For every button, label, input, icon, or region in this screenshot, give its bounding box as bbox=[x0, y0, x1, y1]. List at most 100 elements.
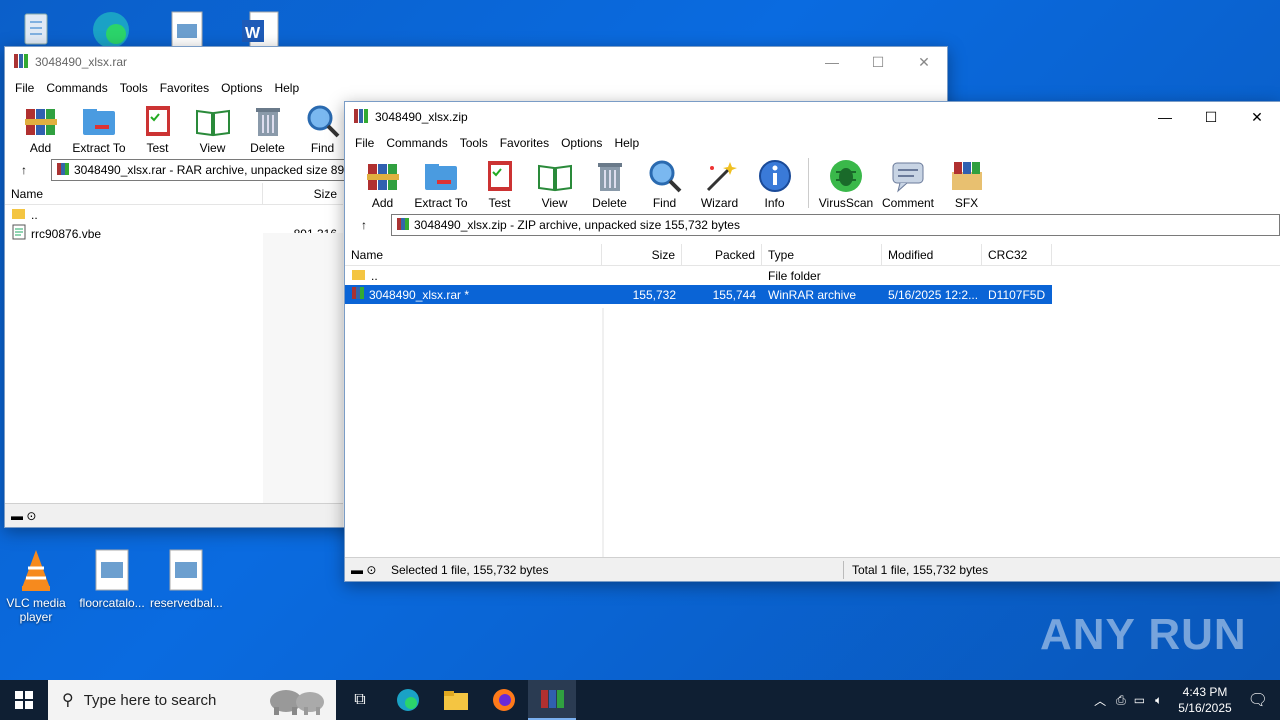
view-button[interactable]: View bbox=[185, 103, 240, 155]
view-button[interactable]: View bbox=[527, 158, 582, 210]
test-icon bbox=[482, 158, 518, 194]
info-button[interactable]: Info bbox=[747, 158, 802, 210]
row-packed: 155,744 bbox=[712, 287, 756, 302]
find-label: Find bbox=[310, 141, 335, 155]
edge-icon[interactable] bbox=[88, 6, 134, 50]
col-packed[interactable]: Packed bbox=[682, 244, 762, 265]
find-button[interactable]: Find bbox=[295, 103, 350, 155]
menu-file[interactable]: File bbox=[9, 81, 40, 95]
add-label: Add bbox=[371, 196, 394, 210]
zip-window[interactable]: 3048490_xlsx.zip — ☐ ✕ File Commands Too… bbox=[344, 101, 1280, 582]
sfx-button[interactable]: SFX bbox=[939, 158, 994, 210]
volume-icon[interactable]: 🔈︎ bbox=[1155, 693, 1162, 708]
add-button[interactable]: Add bbox=[13, 103, 68, 155]
menu-options[interactable]: Options bbox=[555, 136, 608, 150]
menu-options[interactable]: Options bbox=[215, 81, 268, 95]
clock[interactable]: 4:43 PM 5/16/2025 bbox=[1178, 684, 1231, 716]
test-button[interactable]: Test bbox=[472, 158, 527, 210]
delete-label: Delete bbox=[250, 141, 285, 155]
close-button[interactable]: ✕ bbox=[1234, 102, 1280, 132]
menu-commands[interactable]: Commands bbox=[380, 136, 453, 150]
virusscan-button[interactable]: VirusScan bbox=[815, 158, 877, 210]
col-name[interactable]: Name bbox=[345, 244, 602, 265]
zip-menubar: File Commands Tools Favorites Options He… bbox=[345, 132, 1280, 154]
test-button[interactable]: Test bbox=[130, 103, 185, 155]
taskbar-firefox[interactable] bbox=[480, 680, 528, 720]
list-item-selected[interactable]: 3048490_xlsx.rar * 155,732 155,744 WinRA… bbox=[345, 285, 1052, 304]
toolbar-separator bbox=[808, 158, 809, 208]
reservedbal-desktop-icon[interactable]: reservedbal... bbox=[150, 548, 223, 610]
notifications-icon[interactable]: 🗨︎ bbox=[1248, 690, 1268, 710]
taskbar-search[interactable]: ⚲ Type here to search bbox=[48, 680, 336, 720]
winrar-small-icon bbox=[396, 217, 410, 234]
taskbar-edge[interactable] bbox=[384, 680, 432, 720]
sfx-box-icon bbox=[949, 158, 985, 194]
add-button[interactable]: Add bbox=[355, 158, 410, 210]
vlc-desktop-icon[interactable]: VLC media player bbox=[0, 548, 72, 624]
col-crc32[interactable]: CRC32 bbox=[982, 244, 1052, 265]
wizard-button[interactable]: Wizard bbox=[692, 158, 747, 210]
delete-button[interactable]: Delete bbox=[240, 103, 295, 155]
zip-toolbar: Add Extract To Test View Delete Find Wiz… bbox=[345, 154, 1280, 212]
row-name: .. bbox=[31, 207, 38, 222]
add-label: Add bbox=[29, 141, 52, 155]
taskbar-winrar[interactable] bbox=[528, 680, 576, 720]
comment-label: Comment bbox=[881, 196, 934, 210]
find-button[interactable]: Find bbox=[637, 158, 692, 210]
floorcatalog-desktop-icon[interactable]: floorcatalo... bbox=[76, 548, 148, 610]
info-icon bbox=[757, 158, 793, 194]
firefox-icon bbox=[493, 689, 515, 711]
maximize-button[interactable]: ☐ bbox=[855, 47, 901, 77]
script-file-icon bbox=[11, 224, 27, 243]
word-doc-icon[interactable]: W bbox=[240, 10, 280, 50]
col-type[interactable]: Type bbox=[762, 244, 882, 265]
col-size[interactable]: Size bbox=[263, 183, 343, 204]
extract-to-button[interactable]: Extract To bbox=[410, 158, 472, 210]
menu-favorites[interactable]: Favorites bbox=[494, 136, 555, 150]
list-item[interactable]: .. bbox=[5, 205, 343, 224]
trash-icon bbox=[592, 158, 628, 194]
folder-icon bbox=[11, 206, 27, 223]
image-file-icon bbox=[166, 548, 206, 592]
close-button[interactable]: ✕ bbox=[901, 47, 947, 77]
maximize-button[interactable]: ☐ bbox=[1188, 102, 1234, 132]
recycle-bin-icon[interactable] bbox=[16, 8, 56, 48]
network-icon[interactable]: ⎙ bbox=[1116, 693, 1126, 708]
display-icon[interactable]: ▭ bbox=[1134, 693, 1145, 707]
taskbar-file-explorer[interactable] bbox=[432, 680, 480, 720]
menu-tools[interactable]: Tools bbox=[114, 81, 154, 95]
list-item[interactable]: .. File folder bbox=[345, 266, 1280, 285]
zip-titlebar[interactable]: 3048490_xlsx.zip — ☐ ✕ bbox=[345, 102, 1280, 132]
col-size[interactable]: Size bbox=[602, 244, 682, 265]
zip-column-header: Name Size Packed Type Modified CRC32 bbox=[345, 244, 1280, 266]
start-button[interactable] bbox=[0, 680, 48, 720]
image-file-icon[interactable] bbox=[170, 10, 204, 50]
up-arrow-icon[interactable]: ↑ bbox=[361, 218, 367, 232]
menu-commands[interactable]: Commands bbox=[40, 81, 113, 95]
menu-favorites[interactable]: Favorites bbox=[154, 81, 215, 95]
menu-help[interactable]: Help bbox=[268, 81, 305, 95]
delete-button[interactable]: Delete bbox=[582, 158, 637, 210]
rar-titlebar[interactable]: 3048490_xlsx.rar — ☐ ✕ bbox=[5, 47, 947, 77]
extract-to-button[interactable]: Extract To bbox=[68, 103, 130, 155]
view-label: View bbox=[199, 141, 226, 155]
rar-address-text: 3048490_xlsx.rar - RAR archive, unpacked… bbox=[74, 163, 351, 177]
row-name: .. bbox=[371, 268, 378, 283]
minimize-button[interactable]: — bbox=[809, 47, 855, 77]
col-modified[interactable]: Modified bbox=[882, 244, 982, 265]
zip-address-field[interactable]: 3048490_xlsx.zip - ZIP archive, unpacked… bbox=[391, 214, 1280, 236]
menu-file[interactable]: File bbox=[349, 136, 380, 150]
task-view-button[interactable]: ⧉ bbox=[336, 680, 384, 720]
rar-column-header: Name Size bbox=[5, 183, 343, 205]
chevron-up-icon[interactable]: ︿ bbox=[1094, 692, 1106, 709]
menu-help[interactable]: Help bbox=[608, 136, 645, 150]
minimize-button[interactable]: — bbox=[1142, 102, 1188, 132]
drive-icon: ▬ ⊙ bbox=[11, 508, 37, 523]
zip-list-side-panel bbox=[602, 308, 604, 558]
rar-window-title: 3048490_xlsx.rar bbox=[35, 55, 128, 69]
up-arrow-icon[interactable]: ↑ bbox=[21, 163, 27, 177]
col-name[interactable]: Name bbox=[5, 183, 263, 204]
comment-button[interactable]: Comment bbox=[877, 158, 939, 210]
status-divider bbox=[843, 560, 844, 579]
menu-tools[interactable]: Tools bbox=[454, 136, 494, 150]
